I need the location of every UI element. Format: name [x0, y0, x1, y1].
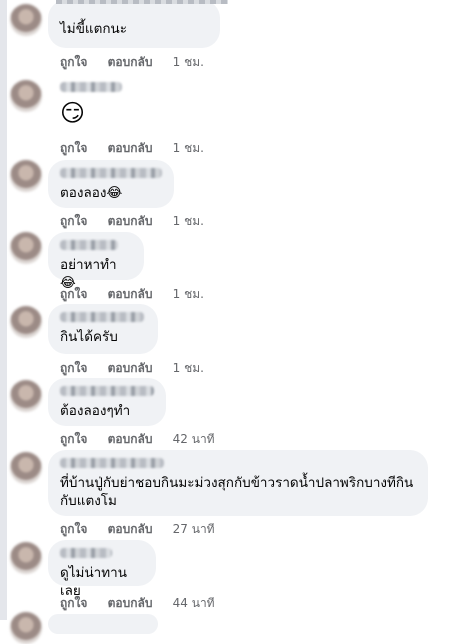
comment-bubble: ตองลอง😂 [48, 160, 174, 208]
comment-bubble: กินได้ครับ [48, 304, 158, 354]
reply-button[interactable]: ตอบกลับ [108, 287, 153, 301]
comment-bubble: ต้องลองๆทำ [48, 378, 166, 426]
like-button[interactable]: ถูกใจ [60, 432, 87, 446]
comment-bubble: ที่บ้านปู่กับย่าชอบกินมะม่วงสุกกับข้าวรา… [48, 450, 428, 516]
comment-actions: ถูกใจ ตอบกลับ 1 ชม. [60, 285, 220, 304]
like-button[interactable]: ถูกใจ [60, 141, 87, 155]
avatar[interactable] [10, 232, 42, 264]
comment-thread: ไม่ขี้แตกนะ ถูกใจ ตอบกลับ 1 ชม. 😏 ถูกใจ … [8, 0, 465, 644]
comment-actions: ถูกใจ ตอบกลับ 42 นาที [60, 430, 231, 449]
comment-text: ต้องลองๆทำ [60, 403, 131, 419]
like-button[interactable]: ถูกใจ [60, 596, 87, 610]
reply-button[interactable]: ตอบกลับ [108, 214, 153, 228]
comment-text: ไม่ขี้แตกนะ [60, 21, 128, 37]
comment-actions: ถูกใจ ตอบกลับ 44 นาที [60, 594, 231, 613]
commenter-name[interactable] [60, 458, 164, 468]
avatar[interactable] [10, 380, 42, 412]
comment-actions: ถูกใจ ตอบกลับ 1 ชม. [60, 53, 220, 72]
timestamp[interactable]: 1 ชม. [173, 55, 204, 69]
reply-button[interactable]: ตอบกลับ [108, 141, 153, 155]
commenter-name[interactable] [60, 548, 112, 558]
comment-actions: ถูกใจ ตอบกลับ 1 ชม. [60, 139, 220, 158]
avatar[interactable] [10, 80, 42, 112]
comment-bubble: ไม่ขี้แตกนะ [48, 0, 220, 48]
timestamp[interactable]: 1 ชม. [173, 141, 204, 155]
reply-button[interactable]: ตอบกลับ [108, 55, 153, 69]
comment-actions: ถูกใจ ตอบกลับ 1 ชม. [60, 212, 220, 231]
comment-text: ที่บ้านปู่กับย่าชอบกินมะม่วงสุกกับข้าวรา… [60, 475, 414, 509]
timestamp[interactable]: 44 นาที [173, 596, 215, 610]
commenter-name[interactable] [60, 240, 118, 250]
commenter-name[interactable] [60, 386, 154, 396]
timestamp[interactable]: 1 ชม. [173, 287, 204, 301]
timestamp[interactable]: 1 ชม. [173, 214, 204, 228]
timestamp[interactable]: 42 นาที [173, 432, 215, 446]
comment-bubble: 😏 [48, 80, 168, 136]
avatar[interactable] [10, 306, 42, 338]
comment-bubble [48, 614, 158, 634]
commenter-name[interactable] [60, 312, 144, 322]
comment-text: 😏 [60, 99, 86, 127]
commenter-name[interactable] [60, 82, 122, 92]
like-button[interactable]: ถูกใจ [60, 214, 87, 228]
reply-button[interactable]: ตอบกลับ [108, 522, 153, 536]
comment-text: ตองลอง😂 [60, 185, 123, 201]
like-button[interactable]: ถูกใจ [60, 522, 87, 536]
comment-actions: ถูกใจ ตอบกลับ 27 นาที [60, 520, 231, 539]
reply-button[interactable]: ตอบกลับ [108, 361, 153, 375]
thread-line [0, 0, 7, 620]
avatar[interactable] [10, 452, 42, 484]
timestamp[interactable]: 1 ชม. [173, 361, 204, 375]
comment-bubble: ดูไม่น่าทานเลย [48, 540, 156, 599]
comment-text: กินได้ครับ [60, 329, 118, 345]
commenter-name[interactable] [56, 0, 228, 4]
avatar[interactable] [10, 612, 42, 644]
comment-actions: ถูกใจ ตอบกลับ 1 ชม. [60, 359, 220, 378]
comment-bubble: อย่าหาทำ😂 [48, 232, 144, 291]
avatar[interactable] [10, 4, 42, 36]
avatar[interactable] [10, 542, 42, 574]
like-button[interactable]: ถูกใจ [60, 361, 87, 375]
reply-button[interactable]: ตอบกลับ [108, 596, 153, 610]
like-button[interactable]: ถูกใจ [60, 287, 87, 301]
timestamp[interactable]: 27 นาที [173, 522, 215, 536]
commenter-name[interactable] [60, 168, 162, 178]
like-button[interactable]: ถูกใจ [60, 55, 87, 69]
reply-button[interactable]: ตอบกลับ [108, 432, 153, 446]
avatar[interactable] [10, 160, 42, 192]
